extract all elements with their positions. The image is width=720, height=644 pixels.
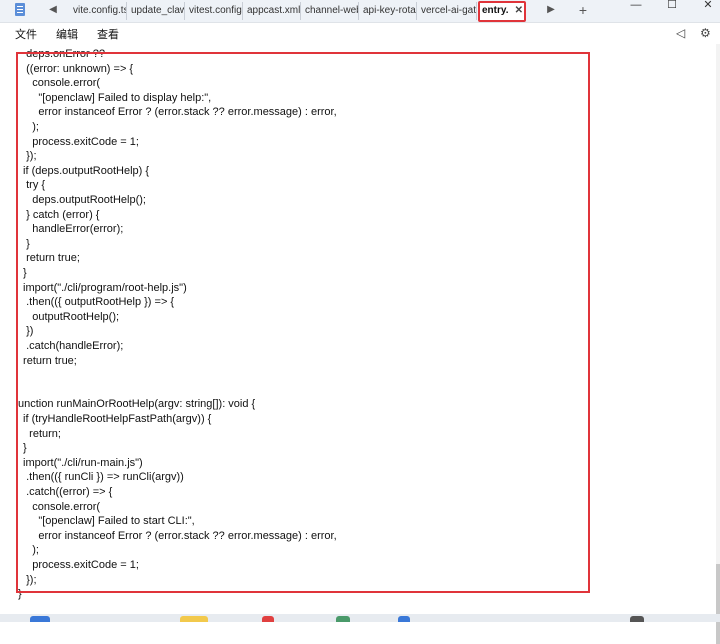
taskbar-strip: [0, 614, 720, 622]
code-line[interactable]: if (deps.outputRootHelp) {: [20, 164, 149, 179]
notepad-app-icon: [15, 3, 25, 16]
code-line[interactable]: return true;: [20, 354, 77, 369]
code-line[interactable]: import("./cli/program/root-help.js"): [20, 281, 187, 296]
code-line[interactable]: try {: [20, 178, 45, 193]
code-line[interactable]: import("./cli/run-main.js"): [20, 456, 143, 471]
taskbar-app-icon[interactable]: [30, 616, 50, 622]
code-line[interactable]: ((error: unknown) => {: [20, 62, 133, 77]
code-line[interactable]: }: [20, 266, 27, 281]
code-line[interactable]: }): [20, 324, 33, 339]
tab-highlight-box: [478, 1, 526, 22]
code-line[interactable]: "[openclaw] Failed to start CLI:",: [20, 514, 194, 529]
menu-edit[interactable]: 编辑: [56, 26, 78, 42]
tab-label: appcast.xml: [247, 5, 301, 16]
code-line[interactable]: error instanceof Error ? (error.stack ??…: [20, 105, 336, 120]
code-line[interactable]: return true;: [20, 251, 80, 266]
code-line[interactable]: }: [18, 587, 22, 602]
minimize-button[interactable]: —: [626, 0, 646, 12]
tab-update-claw[interactable]: update_claw: [127, 2, 185, 20]
tab-vitest-config[interactable]: vitest.config.: [185, 2, 243, 20]
code-line[interactable]: }: [20, 441, 27, 456]
tab-appcast[interactable]: appcast.xml: [243, 2, 301, 20]
code-line[interactable]: .then(({ outputRootHelp }) => {: [20, 295, 174, 310]
code-line[interactable]: console.error(: [20, 76, 100, 91]
code-line[interactable]: handleError(error);: [20, 222, 123, 237]
code-line[interactable]: );: [20, 543, 39, 558]
code-line[interactable]: }: [20, 237, 30, 252]
code-line[interactable]: console.error(: [20, 500, 100, 515]
code-line[interactable]: deps.outputRootHelp();: [20, 193, 146, 208]
code-line[interactable]: process.exitCode = 1;: [20, 558, 139, 573]
tab-label: update_claw: [131, 5, 185, 16]
code-line[interactable]: .catch((error) => {: [20, 485, 112, 500]
tab-api-key-rota[interactable]: api-key-rota: [359, 2, 417, 20]
code-line[interactable]: return;: [20, 427, 61, 442]
menu-bar: 文件 编辑 查看 ◁ ⚙: [0, 23, 720, 43]
code-line[interactable]: unction runMainOrRootHelp(argv: string[]…: [18, 397, 255, 412]
close-window-button[interactable]: ✕: [698, 0, 718, 12]
tab-label: channel-web: [305, 5, 359, 16]
taskbar-app-icon[interactable]: [336, 616, 350, 622]
code-line[interactable]: } catch (error) {: [20, 208, 99, 223]
tab-label: vite.config.ts: [73, 5, 127, 16]
taskbar-app-icon[interactable]: [262, 616, 274, 622]
menu-file[interactable]: 文件: [15, 26, 37, 42]
code-line[interactable]: .then(({ runCli }) => runCli(argv)): [20, 470, 184, 485]
menu-view[interactable]: 查看: [97, 26, 119, 42]
new-tab-button[interactable]: +: [576, 2, 590, 18]
vertical-scrollbar[interactable]: [716, 44, 720, 644]
tab-bar: ◀ vite.config.ts update_claw vitest.conf…: [0, 0, 720, 23]
taskbar-app-icon[interactable]: [398, 616, 410, 622]
code-line[interactable]: if (tryHandleRootHelpFastPath(argv)) {: [20, 412, 211, 427]
tab-channel-web[interactable]: channel-web: [301, 2, 359, 20]
tab-label: vercel-ai-gat: [421, 5, 477, 16]
code-line[interactable]: deps.onError ??: [20, 47, 105, 62]
taskbar-app-icon[interactable]: [180, 616, 208, 622]
scrollbar-thumb[interactable]: [716, 564, 720, 644]
tab-vite-config[interactable]: vite.config.ts: [69, 2, 127, 20]
code-line[interactable]: });: [20, 573, 36, 588]
code-line[interactable]: .catch(handleError);: [20, 339, 123, 354]
maximize-button[interactable]: ☐: [662, 0, 682, 12]
tab-label: api-key-rota: [363, 5, 416, 16]
notification-icon[interactable]: ◁: [676, 26, 685, 40]
scroll-tabs-left-button[interactable]: ◀: [46, 2, 60, 18]
settings-gear-icon[interactable]: ⚙: [700, 26, 711, 40]
code-line[interactable]: process.exitCode = 1;: [20, 135, 139, 150]
code-line[interactable]: );: [20, 120, 39, 135]
editor-area[interactable]: deps.onError ?? ((error: unknown) => { c…: [0, 44, 720, 614]
taskbar-app-icon[interactable]: [630, 616, 644, 622]
scroll-tabs-right-button[interactable]: ▶: [544, 2, 558, 18]
code-line[interactable]: });: [20, 149, 36, 164]
tab-vercel-ai-gat[interactable]: vercel-ai-gat: [417, 2, 477, 20]
tab-label: vitest.config.: [189, 5, 243, 16]
code-line[interactable]: error instanceof Error ? (error.stack ??…: [20, 529, 336, 544]
code-line[interactable]: "[openclaw] Failed to display help:",: [20, 91, 211, 106]
code-line[interactable]: outputRootHelp();: [20, 310, 119, 325]
